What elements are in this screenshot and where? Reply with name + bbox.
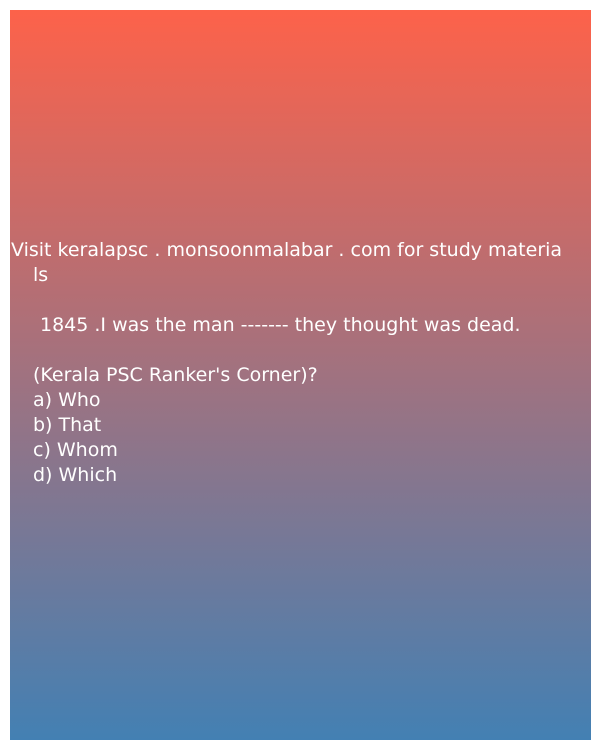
option-d: d) Which: [33, 464, 118, 486]
option-b: b) That: [33, 414, 102, 436]
question-attribution: (Kerala PSC Ranker's Corner)?: [33, 364, 318, 386]
option-a: a) Who: [33, 389, 101, 411]
question-card: Visit keralapsc . monsoonmalabar . com f…: [10, 10, 591, 740]
option-c: c) Whom: [33, 439, 118, 461]
source-text: Visit keralapsc . monsoonmalabar . com f…: [11, 239, 563, 261]
source-text-continuation: ls: [33, 264, 49, 286]
question-text: 1845 .I was the man ------- they thought…: [40, 314, 521, 336]
question-content: Visit keralapsc . monsoonmalabar . com f…: [10, 238, 591, 488]
